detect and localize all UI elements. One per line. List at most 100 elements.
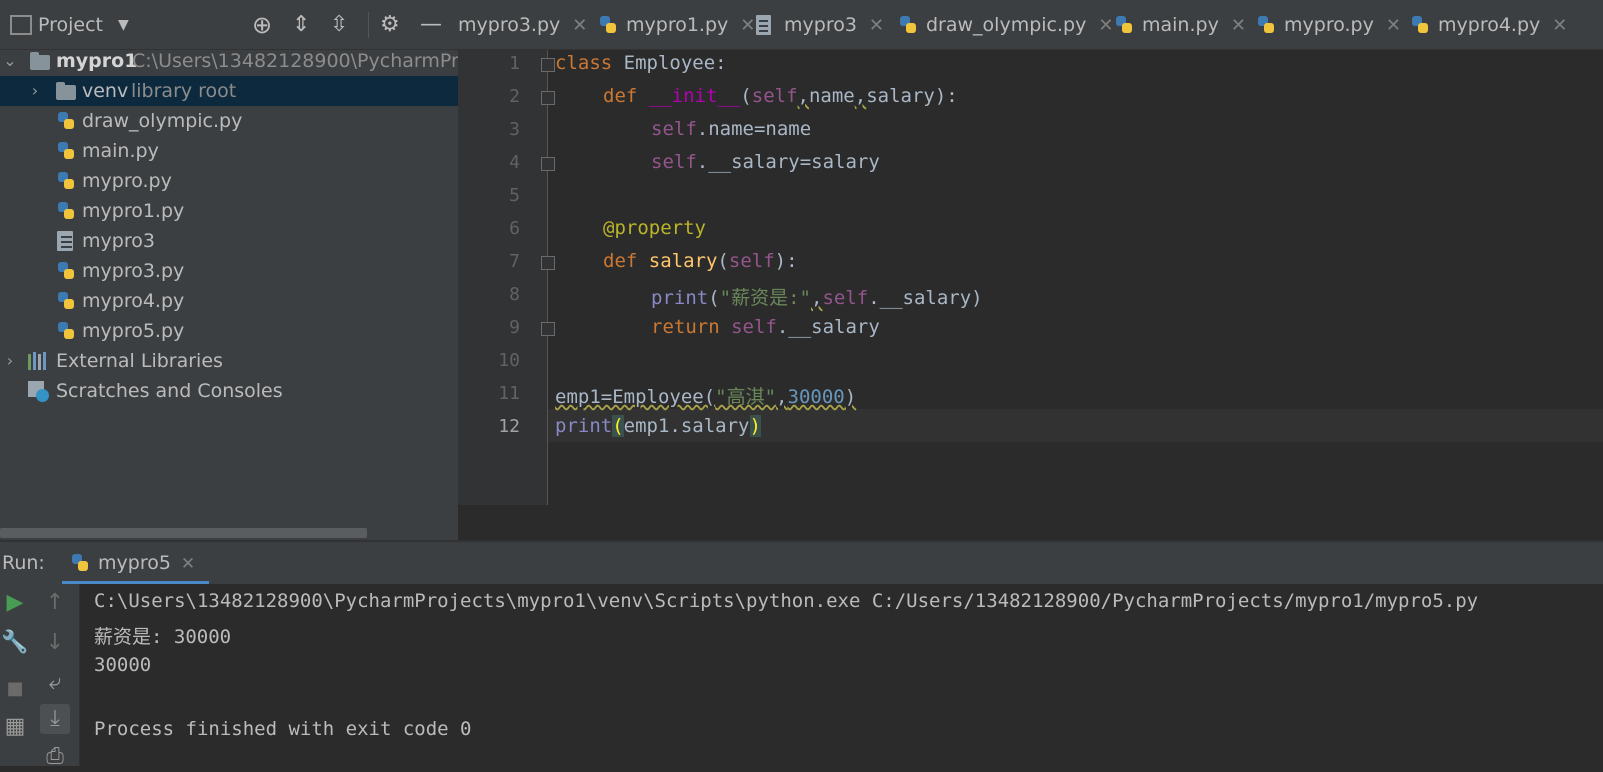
tab-mypro-py[interactable]: mypro.py ✕	[1256, 0, 1401, 49]
paren: (	[740, 85, 752, 107]
chevron-down-icon[interactable]: ▼	[118, 0, 129, 50]
function-name: salary	[648, 250, 718, 272]
gear-icon[interactable]: ⚙	[380, 0, 400, 50]
tree-item-file[interactable]: main.py	[0, 136, 458, 166]
print-icon[interactable]: ⎙	[40, 742, 70, 772]
tree-item-external-libraries[interactable]: › External Libraries	[0, 346, 458, 376]
builtin-function: print	[555, 415, 613, 437]
close-icon[interactable]: ✕	[1098, 15, 1113, 36]
chevron-right-icon[interactable]: ›	[2, 346, 18, 376]
scroll-down-icon[interactable]: ↓	[40, 628, 70, 658]
python-icon	[70, 553, 90, 573]
keyword: class	[555, 52, 613, 74]
comma: ,	[810, 287, 823, 309]
tree-item-file[interactable]: mypro3.py	[0, 256, 458, 286]
code-line-12[interactable]: print(emp1.salary)	[555, 415, 761, 437]
code-text: .__salary	[776, 316, 880, 338]
collapse-all-icon[interactable]: ⇳	[330, 0, 348, 50]
tree-item-mypro1[interactable]: ⌄ mypro1 C:\Users\13482128900\PycharmPro…	[0, 46, 458, 76]
line-number: 4	[509, 152, 520, 173]
code-line-8[interactable]: print("薪资是:",self.__salary)	[651, 283, 983, 310]
locate-icon[interactable]: ⊕	[252, 0, 272, 50]
chevron-down-icon[interactable]: ⌄	[2, 46, 18, 76]
rerun-icon[interactable]: ▶	[0, 588, 30, 618]
scroll-up-icon[interactable]: ↑	[40, 588, 70, 618]
run-tab-mypro5[interactable]: mypro5 ✕	[62, 542, 210, 584]
tab-mypro1-py[interactable]: mypro1.py ✕	[598, 0, 755, 49]
project-view-title[interactable]: Project	[38, 0, 103, 50]
tab-label: mypro3.py	[458, 14, 561, 36]
fold-marker-icon[interactable]	[541, 322, 555, 336]
soft-wrap-icon[interactable]: ⤶	[40, 668, 70, 698]
tree-item-scratches[interactable]: Scratches and Consoles	[0, 376, 458, 406]
code-text: .__salary)	[868, 287, 983, 309]
code-line-1[interactable]: class Employee:	[555, 52, 727, 74]
code-line-7[interactable]: def salary(self):	[603, 250, 798, 272]
tree-item-path: C:\Users\13482128900\PycharmProjects\myp…	[132, 50, 458, 72]
tab-main-py[interactable]: main.py ✕	[1114, 0, 1246, 49]
code-text: emp1.salary	[623, 415, 750, 437]
tree-item-label: mypro3.py	[82, 260, 185, 282]
layout-icon[interactable]: ▦	[0, 712, 30, 742]
paren: (	[708, 287, 720, 309]
tab-mypro3-py[interactable]: mypro3.py ✕	[458, 0, 587, 49]
project-view-icon[interactable]	[10, 15, 32, 35]
tree-item-file[interactable]: mypro3	[0, 226, 458, 256]
python-file-icon	[56, 261, 76, 279]
code-line-11[interactable]: emp1=Employee("高淇",30000)	[555, 382, 856, 409]
line-number: 11	[498, 383, 520, 404]
line-number: 2	[509, 86, 520, 107]
horizontal-scrollbar[interactable]	[0, 528, 367, 538]
self-keyword: self	[651, 151, 697, 173]
line-number: 3	[509, 119, 520, 140]
expand-all-icon[interactable]: ⇕	[292, 0, 310, 50]
stop-icon[interactable]: ■	[0, 674, 30, 704]
matched-paren: (	[612, 415, 624, 437]
fold-marker-icon[interactable]	[541, 91, 555, 105]
python-file-icon	[56, 291, 76, 309]
tree-item-file[interactable]: mypro4.py	[0, 286, 458, 316]
tree-item-file[interactable]: mypro5.py	[0, 316, 458, 346]
close-icon[interactable]: ✕	[1552, 15, 1567, 36]
chevron-right-icon[interactable]: ›	[27, 76, 43, 106]
close-icon[interactable]: ✕	[869, 15, 884, 36]
close-icon[interactable]: ✕	[181, 554, 195, 574]
line-number: 7	[509, 251, 520, 272]
tree-item-file[interactable]: mypro.py	[0, 166, 458, 196]
keyword: return	[651, 316, 720, 338]
code-line-9[interactable]: return self.__salary	[651, 316, 880, 338]
close-icon[interactable]: ✕	[1231, 15, 1246, 36]
tree-item-file[interactable]: mypro1.py	[0, 196, 458, 226]
scroll-to-end-icon[interactable]: ⤓	[40, 704, 70, 734]
wrench-icon[interactable]: 🔧	[0, 628, 30, 658]
self-keyword: self	[822, 287, 869, 309]
close-icon[interactable]: ✕	[1386, 15, 1401, 36]
close-icon[interactable]: ✕	[740, 15, 755, 36]
scratches-icon	[28, 381, 50, 403]
text-file-icon	[57, 231, 73, 251]
tree-item-venv[interactable]: › venv library root	[0, 76, 458, 106]
code-line-2[interactable]: def __init__(self,name,salary):	[603, 85, 958, 107]
code-line-4[interactable]: self.__salary=salary	[651, 151, 880, 173]
hide-panel-icon[interactable]: —	[420, 0, 442, 50]
tab-label: mypro3	[784, 14, 857, 36]
tree-item-label: mypro5.py	[82, 320, 185, 342]
code-line-6[interactable]: @property	[603, 217, 706, 239]
self-keyword: self	[651, 118, 697, 140]
tree-item-file[interactable]: draw_olympic.py	[0, 106, 458, 136]
line-number-current: 12	[498, 416, 520, 437]
line-number: 10	[498, 350, 520, 371]
tree-item-label: mypro4.py	[82, 290, 185, 312]
fold-marker-icon[interactable]	[541, 157, 555, 171]
folder-icon	[30, 52, 50, 70]
tab-mypro4-py[interactable]: mypro4.py ✕	[1410, 0, 1567, 49]
code-line-3[interactable]: self.name=name	[651, 118, 811, 140]
run-toolbar: ▶ ↑ 🔧 ↓ ■ ⤶ ⤓ ▦ ⎙	[0, 584, 80, 769]
matched-paren: )	[749, 415, 761, 437]
tab-mypro3[interactable]: mypro3 ✕	[756, 0, 884, 49]
tab-draw-olympic-py[interactable]: draw_olympic.py ✕	[898, 0, 1113, 49]
close-icon[interactable]: ✕	[572, 15, 587, 36]
tree-item-label: mypro.py	[82, 170, 172, 192]
fold-marker-icon[interactable]	[541, 256, 555, 270]
fold-marker-icon[interactable]	[541, 58, 555, 72]
